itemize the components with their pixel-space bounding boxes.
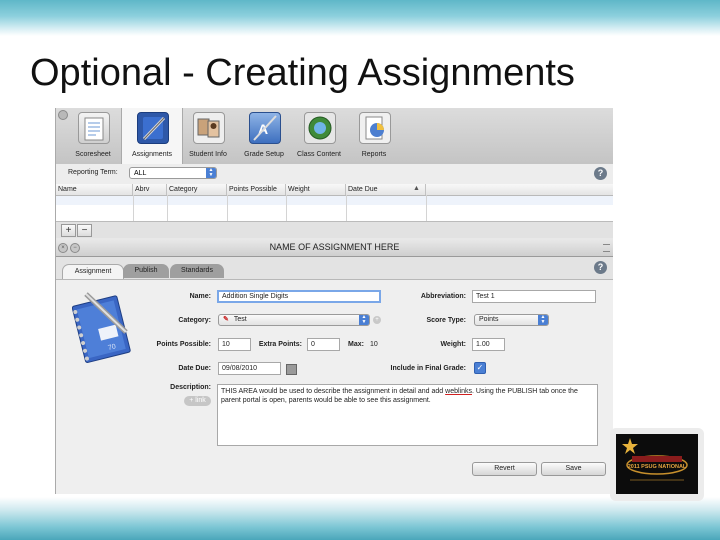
top-decor-band <box>0 0 720 36</box>
calendar-icon[interactable] <box>286 364 297 375</box>
reporting-term-label: Reporting Term: <box>68 169 118 176</box>
column-divider <box>426 195 427 221</box>
tab-standards[interactable]: Standards <box>170 264 224 278</box>
max-label: Max: <box>348 341 364 348</box>
toolbar-class-content[interactable]: Class Content <box>289 108 349 164</box>
category-value: Test <box>233 316 247 323</box>
toolbar-assignments[interactable]: Assignments <box>121 108 183 164</box>
description-label: Description: <box>170 384 211 391</box>
table-row[interactable] <box>56 196 613 205</box>
bottom-decor-band <box>0 497 720 540</box>
description-textarea[interactable]: THIS AREA would be used to describe the … <box>217 384 598 446</box>
student-info-icon <box>193 112 225 144</box>
category-label: Category: <box>178 317 211 324</box>
name-label: Name: <box>189 293 211 300</box>
reporting-term-value: ALL <box>134 170 147 177</box>
class-content-icon <box>304 112 336 144</box>
select-arrows-icon: ▲ ▼ <box>359 315 369 325</box>
add-link-button[interactable]: + link <box>184 396 211 406</box>
reporting-term-select[interactable]: ALL ▲ ▼ <box>129 167 217 179</box>
toolbar-label: Scoresheet <box>75 151 111 158</box>
max-value: 10 <box>370 341 378 348</box>
dialog-title: NAME OF ASSIGNMENT HERE <box>269 242 400 252</box>
reporting-term-bar: Reporting Term: ALL ▲ ▼ ? <box>56 164 613 185</box>
toolbar-label: Student Info <box>189 151 227 158</box>
date-due-label: Date Due: <box>178 365 211 372</box>
gradebook-window: Scoresheet Assignments Student Info A Gr… <box>55 108 613 494</box>
select-arrows-icon: ▲ ▼ <box>538 315 548 325</box>
score-type-label: Score Type: <box>426 317 466 324</box>
grid-header: Name Abrv Category Points Possible Weigh… <box>56 184 613 196</box>
description-weblinks-text: weblinks <box>445 388 472 395</box>
main-toolbar: Scoresheet Assignments Student Info A Gr… <box>56 108 613 165</box>
toolbar-label: Grade Setup <box>244 151 284 158</box>
name-field[interactable]: Addition Single Digits <box>217 290 381 303</box>
column-divider <box>133 195 134 221</box>
logo-caption: 2011 PSUG NATIONAL <box>627 464 687 470</box>
save-button[interactable]: Save <box>541 462 606 476</box>
description-text: THIS AREA would be used to describe the … <box>221 388 446 395</box>
add-assignment-button[interactable]: + <box>61 224 76 237</box>
slide-title: Optional - Creating Assignments <box>30 52 575 94</box>
date-due-field[interactable]: 09/08/2010 <box>218 362 281 375</box>
abbreviation-label: Abbreviation: <box>420 293 466 300</box>
column-header-name[interactable]: Name <box>56 184 133 195</box>
assignments-icon <box>137 112 169 144</box>
category-add-icon[interactable]: + <box>373 316 381 324</box>
toolbar-label: Assignments <box>131 151 173 158</box>
help-icon[interactable]: ? <box>594 261 607 274</box>
weight-label: Weight: <box>440 341 466 348</box>
toolbar-label: Reports <box>361 151 387 158</box>
grade-setup-icon: A <box>249 112 281 144</box>
add-remove-bar: + − <box>56 221 613 238</box>
points-possible-label: Points Possible: <box>156 341 211 348</box>
toolbar-grade-setup[interactable]: A Grade Setup <box>234 108 294 164</box>
toolbar-reports[interactable]: Reports <box>344 108 404 164</box>
score-type-select[interactable]: Points ▲ ▼ <box>474 314 549 326</box>
remove-assignment-button[interactable]: − <box>77 224 92 237</box>
logo-image: 2011 PSUG NATIONAL <box>616 434 698 494</box>
psug-national-logo: 2011 PSUG NATIONAL <box>610 428 704 501</box>
include-in-final-grade-checkbox[interactable]: ✓ <box>474 362 486 374</box>
extra-points-field[interactable]: 0 <box>307 338 340 351</box>
points-possible-field[interactable]: 10 <box>218 338 251 351</box>
scoresheet-icon <box>78 112 110 144</box>
column-header-category[interactable]: Category <box>167 184 227 195</box>
column-header-points-possible[interactable]: Points Possible <box>227 184 286 195</box>
assignment-dialog-titlebar: × − NAME OF ASSIGNMENT HERE <box>56 239 613 257</box>
reports-icon <box>359 112 391 144</box>
resize-grip-icon[interactable] <box>603 244 610 252</box>
weight-field[interactable]: 1.00 <box>472 338 505 351</box>
dialog-tabs: Assignment Publish Standards ? <box>56 257 613 279</box>
score-type-value: Points <box>479 316 499 323</box>
tab-assignment[interactable]: Assignment <box>62 264 124 279</box>
column-header-abrv[interactable]: Abrv <box>133 184 167 195</box>
column-divider <box>167 195 168 221</box>
select-arrows-icon: ▲ ▼ <box>206 168 216 178</box>
toolbar-label: Class Content <box>297 151 341 158</box>
category-flag-icon: ✎ <box>223 316 229 323</box>
notebook-icon: 70 <box>71 288 132 373</box>
column-divider <box>346 195 347 221</box>
column-divider <box>227 195 228 221</box>
abbreviation-field[interactable]: Test 1 <box>472 290 596 303</box>
extra-points-label: Extra Points: <box>258 341 302 348</box>
include-in-final-grade-label: Include in Final Grade: <box>390 365 466 372</box>
help-icon[interactable]: ? <box>594 167 607 180</box>
column-header-weight[interactable]: Weight <box>286 184 346 195</box>
toolbar-student-info[interactable]: Student Info <box>178 108 238 164</box>
tab-publish[interactable]: Publish <box>123 264 169 278</box>
toolbar-scoresheet[interactable]: Scoresheet <box>63 108 123 164</box>
revert-button[interactable]: Revert <box>472 462 537 476</box>
assignment-form: 70 Name: Addition Single Digits Abbrevia… <box>56 279 613 494</box>
sort-ascending-icon: ▲ <box>413 185 420 192</box>
column-divider <box>286 195 287 221</box>
assignments-grid: Name Abrv Category Points Possible Weigh… <box>56 184 613 221</box>
category-select[interactable]: ✎ Test ▲ ▼ <box>218 314 370 326</box>
